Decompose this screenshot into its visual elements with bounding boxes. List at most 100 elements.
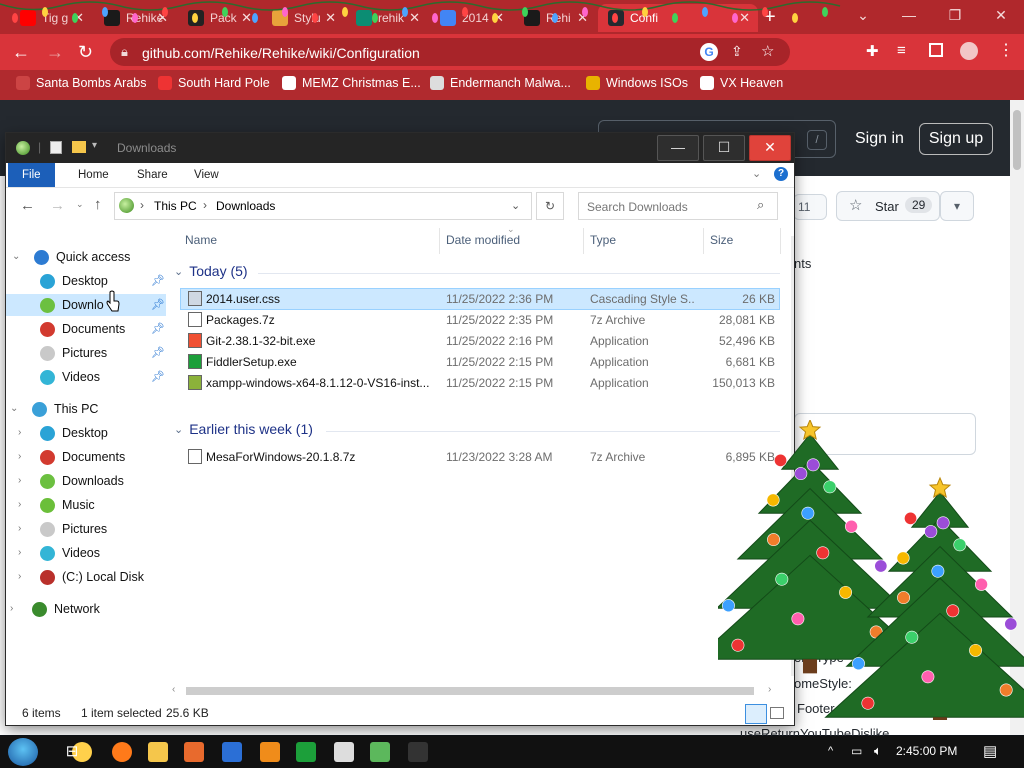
browser-tab[interactable]: Stylu ✕ <box>262 4 344 32</box>
close-tab-icon[interactable]: ✕ <box>739 10 750 26</box>
large-icons-view-icon[interactable] <box>770 707 784 719</box>
file-row[interactable]: 2014.user.css 11/25/2022 2:36 PM Cascadi… <box>180 288 780 310</box>
bookmark-item[interactable]: VX Heaven <box>700 76 783 90</box>
fork-button[interactable]: 11 <box>793 194 827 220</box>
bookmark-item[interactable]: Windows ISOs <box>586 76 688 90</box>
search-magnifier-icon[interactable] <box>260 742 280 762</box>
close-tab-icon[interactable]: ✕ <box>325 10 336 26</box>
nav-item-videos[interactable]: › Videos <box>6 542 166 564</box>
bookmark-item[interactable]: MEMZ Christmas E... <box>282 76 421 90</box>
restore-button[interactable]: ❐ <box>932 0 978 30</box>
file-row[interactable]: FiddlerSetup.exe 11/25/2022 2:15 PM Appl… <box>181 352 779 372</box>
horizontal-scrollbar[interactable]: ‹ › <box>168 683 780 699</box>
file-row[interactable]: Git-2.38.1-32-bit.exe 11/25/2022 2:16 PM… <box>181 331 779 351</box>
nav-item--c-local-disk[interactable]: › (C:) Local Disk <box>6 566 166 588</box>
close-tab-icon[interactable]: ✕ <box>73 10 84 26</box>
new-folder-quick-icon[interactable] <box>72 141 86 153</box>
firefox-icon[interactable] <box>112 742 132 762</box>
side-panel-icon[interactable] <box>929 43 943 57</box>
media-icon[interactable]: ≡ <box>897 42 906 59</box>
profile-avatar-icon[interactable] <box>960 42 978 60</box>
expand-chevron-icon[interactable]: › <box>18 542 21 564</box>
group-header[interactable]: ⌄ Today (5) <box>174 263 248 279</box>
expand-ribbon-icon[interactable]: ⌄ <box>752 167 761 180</box>
powershell-icon[interactable] <box>222 742 242 762</box>
search-input[interactable]: Search Downloads ⌕ <box>578 192 778 220</box>
nav-item-pictures[interactable]: Pictures 📌︎ <box>6 342 166 364</box>
sublime-icon[interactable] <box>184 742 204 762</box>
sign-up-button[interactable]: Sign up <box>919 123 993 155</box>
file-row[interactable]: MesaForWindows-20.1.8.7z 11/23/2022 3:28… <box>181 447 779 467</box>
breadcrumb-downloads[interactable]: Downloads <box>216 199 275 213</box>
expand-chevron-icon[interactable]: › <box>18 518 21 540</box>
sign-in-link[interactable]: Sign in <box>855 130 904 148</box>
address-breadcrumb[interactable]: › This PC › Downloads ⌄ <box>114 192 532 220</box>
nav-item-downloads[interactable]: › Downloads <box>6 470 166 492</box>
browser-tab[interactable]: rehik ✕ <box>346 4 428 32</box>
puzzle-icon[interactable]: ✚ <box>866 42 879 60</box>
close-tab-icon[interactable]: ✕ <box>241 10 252 26</box>
back-arrow-icon[interactable]: ← <box>20 197 35 214</box>
file-row[interactable]: Packages.7z 11/25/2022 2:35 PM 7z Archiv… <box>181 310 779 330</box>
nav-item-this-pc[interactable]: ⌄ This PC <box>6 398 166 420</box>
file-explorer-icon[interactable] <box>148 742 168 762</box>
expand-chevron-icon[interactable]: › <box>18 470 21 492</box>
close-tab-icon[interactable]: ✕ <box>493 10 504 26</box>
clock[interactable]: 2:45:00 PM <box>896 744 957 758</box>
address-bar[interactable]: 🔒︎ github.com/Rehike/Rehike/wiki/Configu… <box>110 38 790 66</box>
bookmark-item[interactable]: Endermanch Malwa... <box>430 76 571 90</box>
explorer-title-bar[interactable]: | ▾ Downloads — ☐ ✕ <box>6 133 794 163</box>
nav-item-documents[interactable]: Documents 📌︎ <box>6 318 166 340</box>
close-button[interactable]: ✕ <box>749 135 791 161</box>
column-type[interactable]: Type <box>590 233 616 251</box>
address-dropdown-icon[interactable]: ⌄ <box>511 199 520 212</box>
new-tab-button[interactable]: + <box>764 6 776 29</box>
nav-item-network[interactable]: › Network <box>6 598 166 620</box>
group-header[interactable]: ⌄ Earlier this week (1) <box>174 421 313 437</box>
nav-item-pictures[interactable]: › Pictures <box>6 518 166 540</box>
properties-quick-icon[interactable] <box>50 141 62 154</box>
tab-home[interactable]: Home <box>64 163 123 187</box>
maximize-button[interactable]: ☐ <box>703 135 745 161</box>
star-button[interactable]: ☆ Star 29 <box>836 191 940 221</box>
notepadpp-icon[interactable] <box>370 742 390 762</box>
collapse-chevron-icon[interactable]: ⌄ <box>174 265 183 278</box>
nav-item-desktop[interactable]: Desktop 📌︎ <box>6 270 166 292</box>
column-size[interactable]: Size <box>710 233 733 251</box>
share-icon[interactable]: ⇪ <box>731 43 743 60</box>
refresh-icon[interactable]: ↻ <box>536 192 564 220</box>
expand-chevron-icon[interactable]: › <box>18 422 21 444</box>
minimize-button[interactable]: — <box>657 135 699 161</box>
nav-item-desktop[interactable]: › Desktop <box>6 422 166 444</box>
help-icon[interactable]: ? <box>774 167 788 181</box>
cmd-icon[interactable] <box>408 742 428 762</box>
forward-arrow-icon[interactable]: → <box>50 197 65 214</box>
column-date-modified[interactable]: Date modified <box>446 233 520 251</box>
recent-locations-icon[interactable]: ⌄ <box>76 199 84 210</box>
expand-chevron-icon[interactable]: ⌄ <box>10 398 18 420</box>
vertical-scrollbar[interactable] <box>791 236 794 676</box>
notification-icon[interactable]: ▤ <box>983 742 997 760</box>
google-lens-icon[interactable]: G <box>700 43 718 61</box>
fiddler-icon[interactable] <box>296 742 316 762</box>
reload-icon[interactable]: ↻ <box>78 42 93 63</box>
expand-chevron-icon[interactable]: › <box>18 494 21 516</box>
back-arrow-icon[interactable]: ← <box>12 42 30 63</box>
start-button[interactable] <box>8 738 38 766</box>
expand-chevron-icon[interactable]: › <box>18 566 21 588</box>
details-view-icon[interactable] <box>745 704 767 724</box>
column-name[interactable]: Name <box>185 233 217 251</box>
page-scrollbar[interactable] <box>1010 100 1024 735</box>
bookmark-item[interactable]: South Hard Pole <box>158 76 270 90</box>
browser-tab[interactable]: Confi ✕ <box>598 4 758 32</box>
nav-item-documents[interactable]: › Documents <box>6 446 166 468</box>
nav-item-downlo[interactable]: Downlo 📌︎ <box>6 294 166 316</box>
tab-view[interactable]: View <box>180 163 233 187</box>
task-view-icon[interactable]: ⊟ <box>62 742 82 762</box>
network-icon[interactable]: ▭ <box>851 744 862 758</box>
close-window-button[interactable]: ✕ <box>978 0 1024 30</box>
close-tab-icon[interactable]: ✕ <box>577 10 588 26</box>
tab-search-icon[interactable]: ⌄ <box>840 0 886 30</box>
nav-item-quick-access[interactable]: ⌄ Quick access <box>6 246 166 268</box>
quick-access-chevron-icon[interactable]: ▾ <box>92 140 97 151</box>
